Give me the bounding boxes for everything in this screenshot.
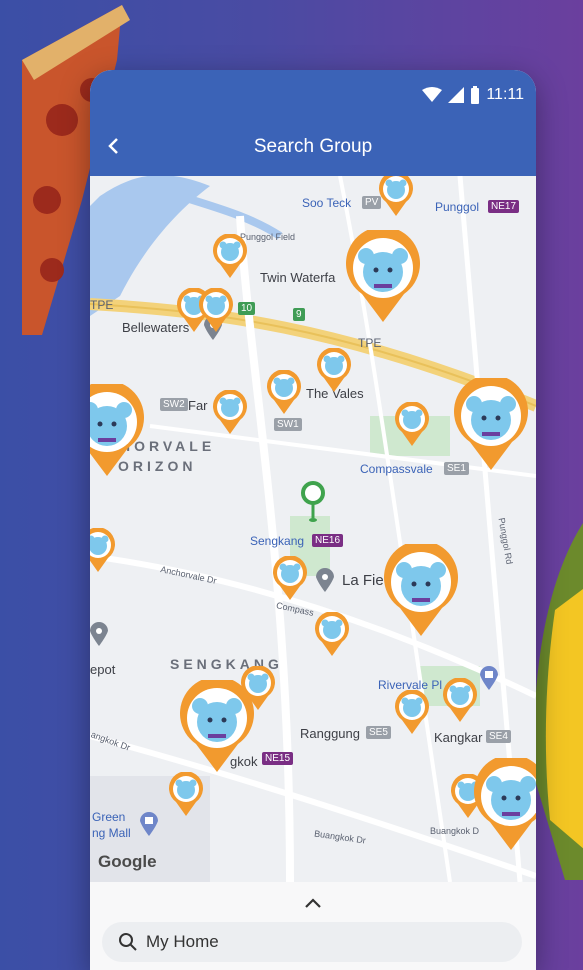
badge-route-10: 10: [238, 302, 256, 315]
place-punggol: Punggol: [435, 200, 480, 214]
page-title: Search Group: [253, 136, 373, 157]
group-pin-small-icon[interactable]: [316, 347, 352, 397]
group-pin-large-icon[interactable]: [472, 754, 536, 855]
battery-icon: [471, 86, 480, 104]
group-pin-small-icon[interactable]: [266, 369, 302, 419]
badge-ne16: NE16: [312, 534, 344, 547]
status-bar: 11:11: [422, 84, 524, 106]
badge-sw1: SW1: [274, 418, 302, 431]
group-pin-large-icon[interactable]: [344, 226, 422, 327]
group-pin-small-icon[interactable]: [272, 555, 308, 605]
search-icon: [119, 933, 137, 951]
map-view[interactable]: Soo Teck PV Punggol Field Punggol NE17 T…: [90, 176, 536, 882]
badge-se4: SE4: [486, 730, 511, 743]
group-pin-large-icon[interactable]: [90, 380, 146, 481]
place-ranggung: Ranggung: [300, 726, 360, 741]
wifi-icon: [422, 87, 443, 102]
group-pin-small-icon[interactable]: [378, 176, 414, 221]
place-soo-teck: Soo Teck: [302, 196, 352, 210]
group-pin-large-icon[interactable]: [382, 540, 460, 641]
app-bar: 11:11 Search Group: [90, 70, 536, 176]
group-pin-small-icon[interactable]: [212, 389, 248, 439]
place-compassvale: Compassvale: [360, 462, 433, 476]
poi-pin-rivervale-plaza-icon[interactable]: [480, 666, 498, 690]
badge-route-9: 9: [293, 308, 305, 321]
group-pin-small-icon[interactable]: [198, 287, 234, 337]
place-green-mall-2: ng Mall: [92, 826, 131, 840]
signal-icon: [448, 87, 465, 103]
group-pin-large-icon[interactable]: [452, 374, 530, 475]
road-tpe-left: TPE: [90, 298, 114, 312]
group-pin-small-icon[interactable]: [212, 233, 248, 283]
place-kangkar: Kangkar: [434, 730, 483, 745]
status-time: 11:11: [486, 86, 524, 103]
poi-pin-depot-icon[interactable]: [90, 622, 108, 646]
poi-pin-la-fiesta-icon[interactable]: [316, 568, 334, 592]
place-punggol-field: Punggol Field: [240, 232, 296, 242]
chevron-up-icon[interactable]: [300, 894, 326, 912]
group-pin-small-icon[interactable]: [90, 527, 116, 577]
badge-ne17: NE17: [488, 200, 520, 213]
place-la-fiesta: La Fie: [342, 572, 384, 589]
place-green-mall-1: Green: [92, 810, 126, 824]
group-pin-small-icon[interactable]: [168, 771, 204, 821]
place-farmway: Far: [188, 398, 208, 413]
place-sengkang-station: Sengkang: [250, 534, 305, 548]
group-pin-small-icon[interactable]: [314, 611, 350, 661]
bottom-sheet: My Home: [90, 882, 536, 970]
group-pin-small-icon[interactable]: [394, 401, 430, 451]
search-input-value: My Home: [146, 932, 219, 951]
road-tpe-right: TPE: [358, 336, 382, 350]
current-location-pin-icon[interactable]: [300, 480, 326, 522]
group-pin-small-icon[interactable]: [442, 677, 478, 727]
group-pin-large-icon[interactable]: [178, 676, 256, 777]
search-input[interactable]: My Home: [102, 922, 522, 962]
place-twin-waterfall: Twin Waterfa: [260, 270, 336, 285]
badge-ne15: NE15: [262, 752, 294, 765]
place-depot: epot: [90, 662, 116, 677]
badge-se5: SE5: [366, 726, 391, 739]
google-attribution: Google: [98, 852, 157, 871]
badge-sw2: SW2: [160, 398, 188, 411]
group-pin-small-icon[interactable]: [394, 689, 430, 739]
phone-screen: 11:11 Search Group Soo Teck PV Punggol F…: [90, 70, 536, 970]
poi-pin-green-mall-icon[interactable]: [140, 812, 158, 836]
